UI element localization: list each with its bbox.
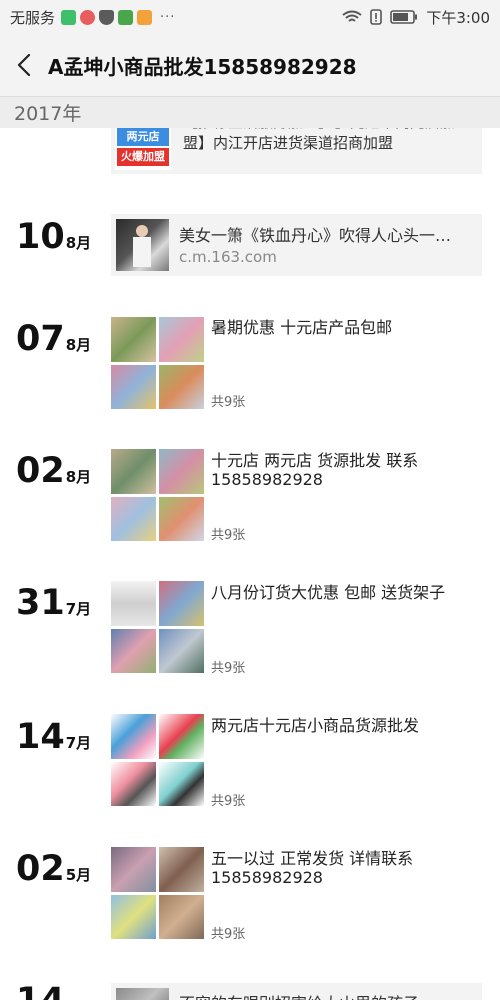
photo-collage[interactable]: [111, 847, 204, 939]
clock: 下午3:00: [426, 8, 490, 27]
photo-collage[interactable]: [111, 449, 204, 541]
photo-count: 共9张: [211, 528, 246, 543]
post-month: 7月: [65, 734, 92, 752]
post-caption: 八月份订货大优惠 包邮 送货架子: [211, 583, 446, 602]
post-day: 02: [16, 451, 65, 491]
shared-link-card[interactable]: 美女一箫《铁血丹心》吹得人心头一… c.m.163.com: [111, 214, 482, 276]
post-caption: 十元店 两元店 货源批发 联系15858982928: [211, 451, 419, 489]
chevron-left-icon: [17, 54, 31, 76]
wifi-icon: [342, 10, 362, 22]
post-date: 02 5月: [16, 852, 91, 887]
post-date: 14: [16, 984, 66, 1000]
video-thumbnail: [116, 219, 169, 271]
link-title: 【推荐生活服务加盟】【2元超市两元店加盟】内江开店进货渠道招商加盟: [183, 128, 455, 152]
battery-icon: [390, 10, 418, 24]
post-day: 07: [16, 319, 65, 359]
notification-icons: ···: [61, 9, 176, 25]
post-date: 14 7月: [16, 720, 91, 755]
post-day: 14: [16, 984, 65, 1000]
photo-count: 共9张: [211, 661, 246, 676]
post-month: 8月: [65, 336, 92, 354]
app-notification-icon: [137, 9, 153, 25]
post-date: 07 8月: [16, 322, 91, 357]
more-notifications-icon: ···: [160, 9, 176, 25]
post-date: 31 7月: [16, 586, 91, 621]
photo-count: 共9张: [211, 395, 246, 410]
shared-link-card[interactable]: 两元店 火爆加盟 【推荐生活服务加盟】【2元超市两元店加盟】内江开店进货渠道招商…: [111, 128, 482, 174]
post-caption: 五一以过 正常发货 详情联系15858982928: [211, 849, 414, 887]
app-notification-icon: [118, 9, 134, 25]
post-day: 14: [16, 717, 65, 757]
link-thumbnail: 两元店 火爆加盟: [115, 128, 171, 170]
link-title: 美女一箫《铁血丹心》吹得人心头一…: [179, 226, 452, 245]
shield-icon: [99, 9, 115, 25]
link-source: c.m.163.com: [179, 248, 277, 266]
link-thumbnail: [116, 988, 169, 1000]
carrier-label: 无服务: [10, 8, 56, 27]
post-day: 02: [16, 849, 65, 889]
post-month: 5月: [65, 866, 92, 884]
post-date: 02 8月: [16, 454, 91, 489]
shared-link-card[interactable]: 不穷的车眼别招害给大山里的孩子: [111, 983, 482, 1000]
header: A孟坤小商品批发15858982928: [0, 34, 500, 96]
app-notification-icon: [61, 9, 77, 25]
post-month: 8月: [65, 234, 92, 252]
year-header: 2017年: [0, 96, 500, 128]
photo-count: 共9张: [211, 794, 246, 809]
post-day: 10: [16, 217, 65, 257]
photo-collage[interactable]: [111, 581, 204, 673]
timeline[interactable]: 两元店 火爆加盟 【推荐生活服务加盟】【2元超市两元店加盟】内江开店进货渠道招商…: [0, 128, 500, 1000]
app-notification-icon: [80, 9, 96, 25]
thumbnail-caption: 两元店: [117, 128, 169, 146]
link-title: 不穷的车眼别招害给大山里的孩子: [179, 990, 475, 1000]
sim-alert-icon: [370, 9, 383, 25]
post-date: 10 8月: [16, 220, 91, 255]
back-button[interactable]: [0, 34, 48, 96]
post-month: 8月: [65, 468, 92, 486]
photo-count: 共9张: [211, 927, 246, 942]
post-caption: 两元店十元店小商品货源批发: [211, 716, 420, 735]
year-label: 2017年: [14, 103, 82, 125]
post-day: 31: [16, 583, 65, 623]
thumbnail-caption: 火爆加盟: [117, 148, 169, 166]
page-title: A孟坤小商品批发15858982928: [48, 54, 357, 79]
post-caption: 暑期优惠 十元店产品包邮: [211, 318, 393, 337]
photo-collage[interactable]: [111, 317, 204, 409]
status-bar: 无服务 ··· 下午3:00: [0, 0, 500, 34]
photo-collage[interactable]: [111, 714, 204, 806]
post-month: 7月: [65, 600, 92, 618]
